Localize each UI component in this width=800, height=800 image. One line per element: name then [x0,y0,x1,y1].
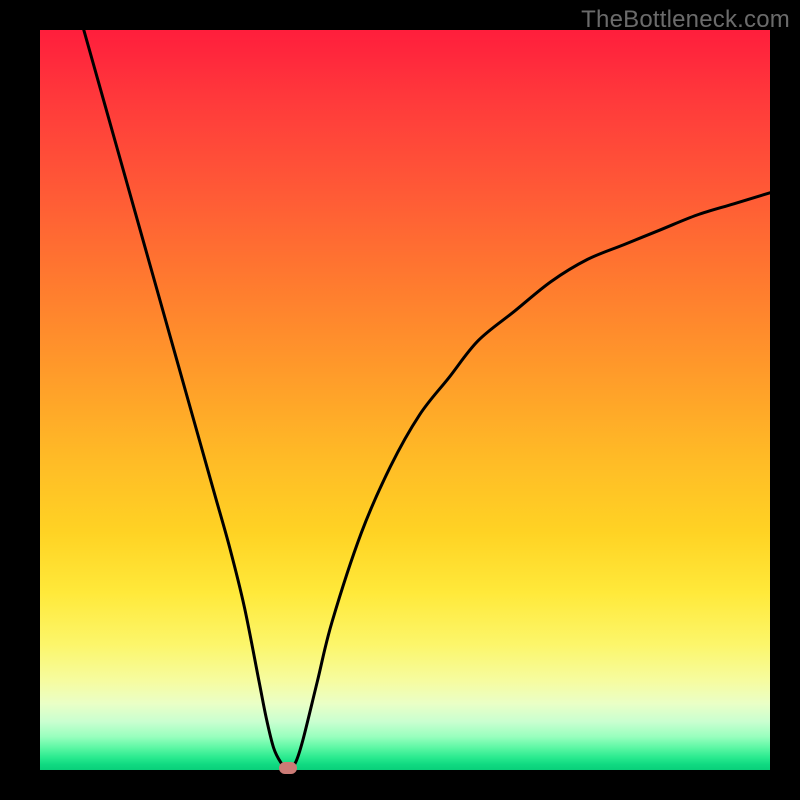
optimum-marker [279,762,297,774]
bottleneck-curve [84,30,770,770]
watermark-text: TheBottleneck.com [581,6,790,34]
plot-area [40,30,770,770]
chart-frame: TheBottleneck.com [0,0,800,800]
curve-layer [40,30,770,770]
